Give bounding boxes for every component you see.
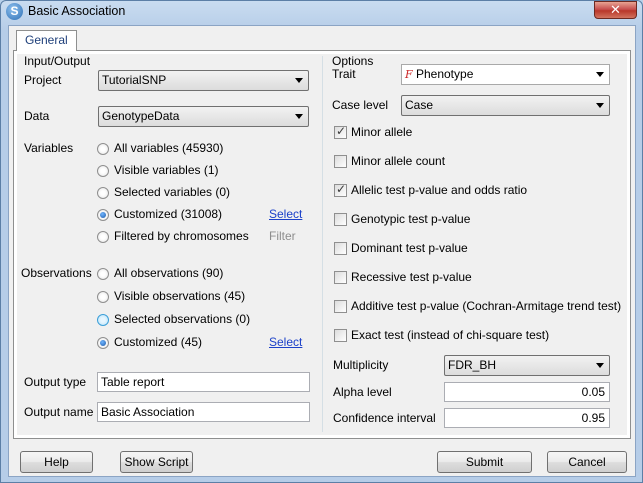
- tab-panel-general: Input/Output Project TutorialSNP Data Ge…: [13, 50, 631, 439]
- project-dropdown[interactable]: TutorialSNP: [98, 70, 309, 91]
- trait-dropdown[interactable]: F Phenotype: [401, 64, 610, 85]
- input-output-group-label: Input/Output: [24, 54, 91, 68]
- checkbox-allelic-test-label: Allelic test p-value and odds ratio: [351, 183, 528, 197]
- output-name-field[interactable]: Basic Association: [97, 402, 310, 422]
- trait-label: Trait: [332, 67, 356, 81]
- case-level-value: Case: [405, 98, 434, 112]
- radio-customized-variables[interactable]: [97, 209, 109, 221]
- dialog-window: S Basic Association ✕ General Input/Outp…: [0, 0, 643, 483]
- radio-all-variables[interactable]: [97, 143, 109, 155]
- case-level-dropdown[interactable]: Case: [401, 95, 610, 116]
- data-value: GenotypeData: [102, 109, 180, 123]
- submit-button[interactable]: Submit: [437, 451, 532, 473]
- close-button[interactable]: ✕: [594, 1, 637, 19]
- radio-selected-observations-label: Selected observations (0): [114, 312, 251, 326]
- checkbox-recessive-test-label: Recessive test p-value: [351, 270, 472, 284]
- observations-select-link[interactable]: Select: [269, 335, 302, 349]
- variables-filter-link: Filter: [269, 229, 296, 243]
- app-logo-icon: S: [6, 3, 23, 20]
- output-type-label: Output type: [24, 375, 87, 389]
- data-dropdown[interactable]: GenotypeData: [98, 106, 309, 127]
- radio-filtered-by-chromosomes[interactable]: [97, 231, 109, 243]
- checkbox-dominant-test-label: Dominant test p-value: [351, 241, 468, 255]
- chevron-down-icon: [596, 72, 604, 77]
- help-button[interactable]: Help: [20, 451, 93, 473]
- multiplicity-value: FDR_BH: [448, 358, 497, 372]
- checkbox-minor-allele-label: Minor allele: [351, 125, 413, 139]
- project-value: TutorialSNP: [102, 73, 167, 87]
- group-divider: [322, 56, 323, 432]
- checkbox-genotypic-test[interactable]: [334, 213, 347, 226]
- radio-all-observations-label: All observations (90): [114, 266, 224, 280]
- observations-label: Observations: [21, 266, 92, 280]
- show-script-button[interactable]: Show Script: [120, 451, 193, 473]
- radio-customized-variables-label: Customized (31008): [114, 207, 223, 221]
- confidence-interval-label: Confidence interval: [333, 411, 436, 425]
- checkbox-minor-allele[interactable]: [334, 124, 347, 139]
- checkbox-genotypic-test-label: Genotypic test p-value: [351, 212, 471, 226]
- radio-all-observations[interactable]: [97, 268, 109, 280]
- alpha-level-field[interactable]: 0.05: [444, 382, 610, 402]
- chevron-down-icon: [295, 114, 303, 119]
- radio-visible-observations-label: Visible observations (45): [114, 289, 246, 303]
- project-label: Project: [24, 73, 62, 87]
- variables-select-link[interactable]: Select: [269, 207, 302, 221]
- radio-customized-observations-label: Customized (45): [114, 335, 203, 349]
- chevron-down-icon: [596, 363, 604, 368]
- checkbox-dominant-test[interactable]: [334, 242, 347, 255]
- radio-visible-observations[interactable]: [97, 291, 109, 303]
- window-title: Basic Association: [28, 4, 126, 18]
- output-type-field[interactable]: Table report: [97, 372, 310, 392]
- title-bar[interactable]: S Basic Association ✕: [1, 1, 642, 23]
- checkbox-recessive-test[interactable]: [334, 271, 347, 284]
- chevron-down-icon: [596, 103, 604, 108]
- radio-visible-variables[interactable]: [97, 165, 109, 177]
- radio-filtered-by-chromosomes-label: Filtered by chromosomes: [114, 229, 249, 243]
- data-label: Data: [24, 109, 50, 123]
- variables-label: Variables: [24, 141, 74, 155]
- multiplicity-label: Multiplicity: [333, 358, 389, 372]
- panel-content: Input/Output Project TutorialSNP Data Ge…: [17, 54, 627, 435]
- trait-value: Phenotype: [415, 67, 474, 81]
- checkbox-exact-test-label: Exact test (instead of chi-square test): [351, 328, 550, 342]
- checkbox-minor-allele-count-label: Minor allele count: [351, 154, 446, 168]
- multiplicity-dropdown[interactable]: FDR_BH: [444, 355, 610, 376]
- checkbox-exact-test[interactable]: [334, 329, 347, 342]
- radio-all-variables-label: All variables (45930): [114, 141, 224, 155]
- radio-selected-variables-label: Selected variables (0): [114, 185, 231, 199]
- checkbox-minor-allele-count[interactable]: [334, 155, 347, 168]
- radio-selected-variables[interactable]: [97, 187, 109, 199]
- checkbox-additive-test-label: Additive test p-value (Cochran-Armitage …: [351, 299, 622, 313]
- output-name-label: Output name: [24, 405, 94, 419]
- case-level-label: Case level: [332, 98, 389, 112]
- radio-visible-variables-label: Visible variables (1): [114, 163, 219, 177]
- function-icon: F: [405, 68, 413, 81]
- confidence-interval-field[interactable]: 0.95: [444, 408, 610, 428]
- chevron-down-icon: [295, 78, 303, 83]
- options-group-label: Options: [332, 54, 374, 68]
- checkbox-allelic-test[interactable]: [334, 182, 347, 197]
- alpha-level-label: Alpha level: [333, 385, 392, 399]
- dialog-body: General Input/Output Project TutorialSNP…: [8, 25, 636, 477]
- checkbox-additive-test[interactable]: [334, 300, 347, 313]
- radio-selected-observations[interactable]: [97, 314, 109, 326]
- radio-customized-observations[interactable]: [97, 337, 109, 349]
- cancel-button[interactable]: Cancel: [547, 451, 627, 473]
- tab-general[interactable]: General: [16, 30, 77, 51]
